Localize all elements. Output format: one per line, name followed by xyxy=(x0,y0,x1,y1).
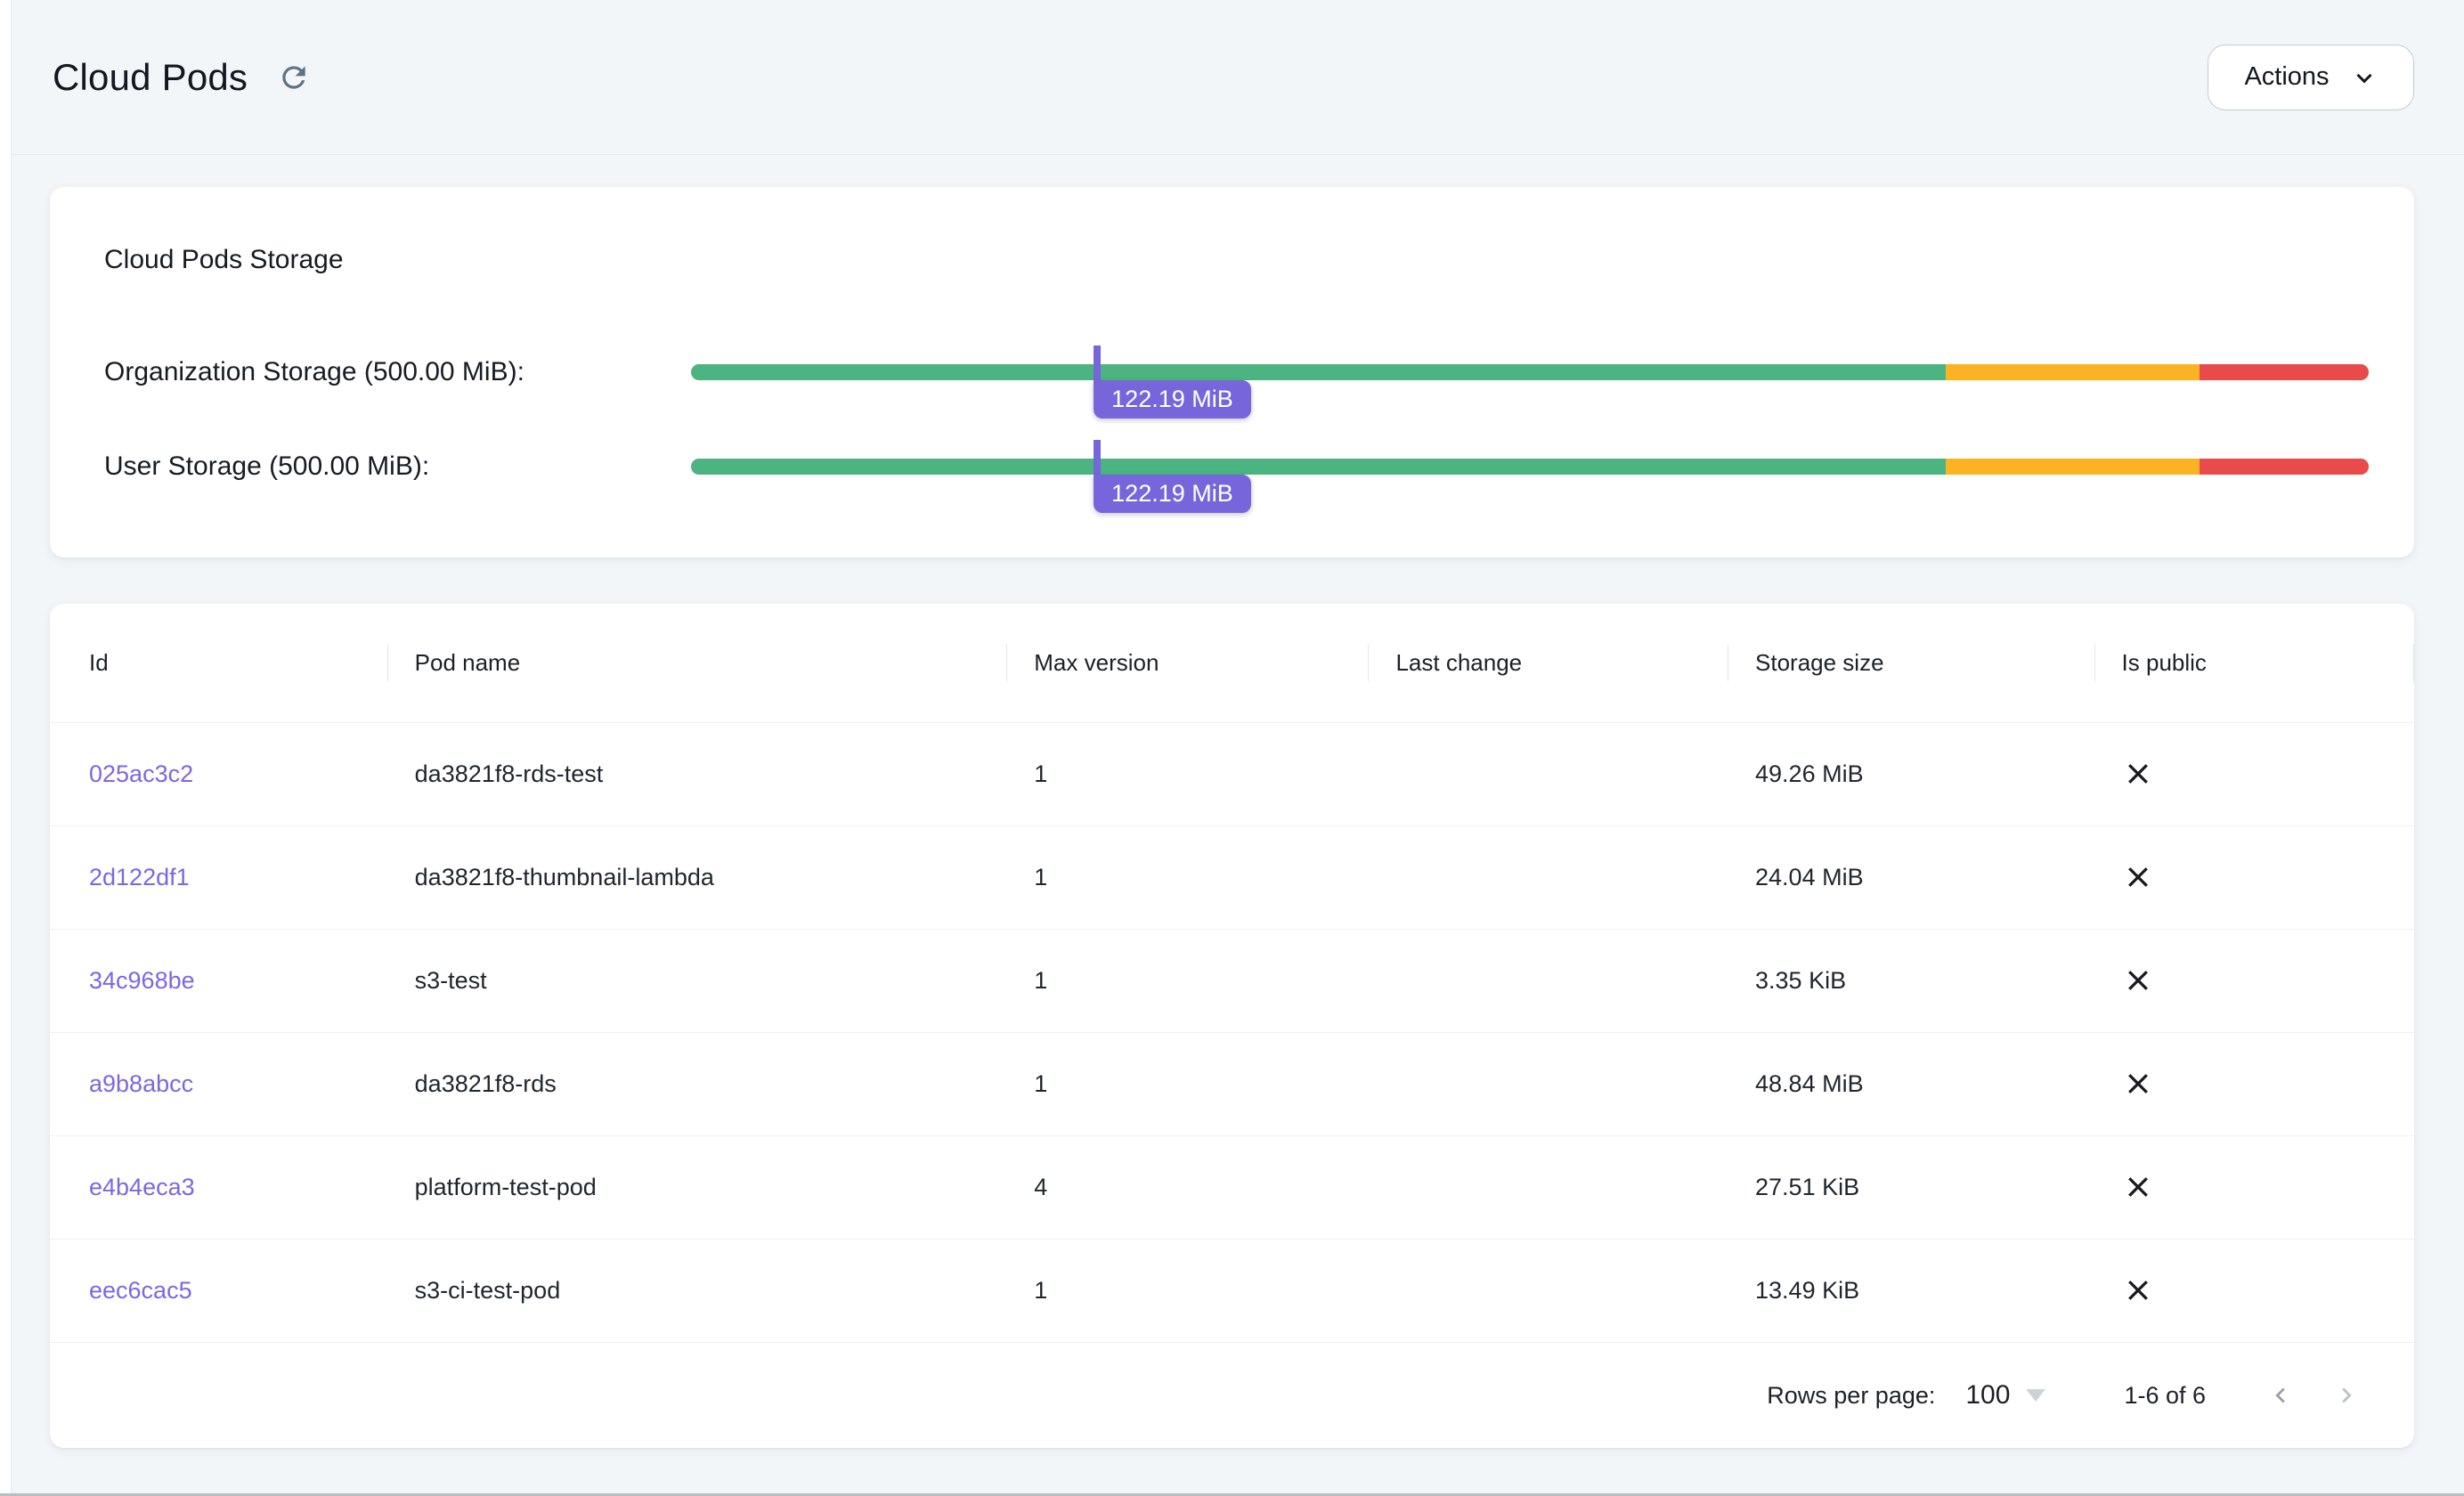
bar-segment-amber xyxy=(1946,459,2199,475)
user-storage-bar-track xyxy=(691,459,2369,475)
table-row: eec6cac5 s3-ci-test-pod 1 13.49 KiB xyxy=(50,1239,2414,1342)
pod-name-cell: platform-test-pod xyxy=(388,1135,1008,1239)
x-mark-icon xyxy=(2122,758,2154,790)
last-change-cell xyxy=(1369,722,1728,825)
next-page-button[interactable] xyxy=(2322,1370,2371,1420)
x-mark-icon xyxy=(2122,1171,2154,1203)
max-version-cell: 4 xyxy=(1007,1135,1369,1239)
chevron-left-icon xyxy=(2265,1380,2296,1411)
last-change-cell xyxy=(1369,1239,1728,1342)
max-version-cell: 1 xyxy=(1007,825,1369,929)
org-storage-bar: 122.19 MiB xyxy=(691,338,2369,406)
usage-marker xyxy=(1094,346,1101,381)
refresh-button[interactable] xyxy=(271,54,317,101)
page-title: Cloud Pods xyxy=(53,56,248,99)
refresh-icon xyxy=(277,61,311,94)
last-change-cell xyxy=(1369,1032,1728,1135)
bar-segment-green xyxy=(691,459,1946,475)
table-header-row: Id Pod name Max version Last change Stor… xyxy=(50,604,2414,722)
storage-size-cell: 49.26 MiB xyxy=(1728,722,2095,825)
pagination-range-label: 1-6 of 6 xyxy=(2124,1382,2206,1410)
max-version-cell: 1 xyxy=(1007,1239,1369,1342)
usage-marker xyxy=(1094,440,1101,476)
pod-id-link[interactable]: eec6cac5 xyxy=(89,1277,192,1304)
collapsed-sidebar-edge xyxy=(0,0,12,1496)
table-row: 34c968be s3-test 1 3.35 KiB xyxy=(50,929,2414,1032)
user-storage-label: User Storage (500.00 MiB): xyxy=(104,433,691,500)
table-row: 2d122df1 da3821f8-thumbnail-lambda 1 24.… xyxy=(50,825,2414,929)
rows-per-page-select[interactable]: 100 xyxy=(1965,1380,2045,1411)
last-change-cell xyxy=(1369,825,1728,929)
max-version-cell: 1 xyxy=(1007,929,1369,1032)
storage-size-cell: 24.04 MiB xyxy=(1728,825,2095,929)
max-version-cell: 1 xyxy=(1007,722,1369,825)
x-mark-icon xyxy=(2122,1068,2154,1100)
table-row: e4b4eca3 platform-test-pod 4 27.51 KiB xyxy=(50,1135,2414,1239)
x-mark-icon xyxy=(2122,964,2154,996)
column-header-max-version[interactable]: Max version xyxy=(1007,604,1369,722)
x-mark-icon xyxy=(2122,861,2154,893)
org-storage-bar-track xyxy=(691,364,2369,380)
max-version-cell: 1 xyxy=(1007,1032,1369,1135)
cloud-pods-table: Id Pod name Max version Last change Stor… xyxy=(50,604,2414,1342)
chevron-down-icon xyxy=(2351,64,2378,91)
column-header-storage-size[interactable]: Storage size xyxy=(1728,604,2095,722)
cloud-pods-table-card: Id Pod name Max version Last change Stor… xyxy=(50,604,2414,1448)
bar-segment-green xyxy=(691,364,1946,380)
triangle-down-icon xyxy=(2026,1389,2045,1402)
pod-name-cell: s3-test xyxy=(388,929,1008,1032)
bar-segment-amber xyxy=(1946,364,2199,380)
actions-button[interactable]: Actions xyxy=(2208,45,2414,110)
cloud-pods-storage-card: Cloud Pods Storage Organization Storage … xyxy=(50,187,2414,557)
last-change-cell xyxy=(1369,1135,1728,1239)
storage-size-cell: 3.35 KiB xyxy=(1728,929,2095,1032)
bar-segment-red xyxy=(2200,459,2369,475)
pod-name-cell: da3821f8-rds-test xyxy=(388,722,1008,825)
table-row: a9b8abcc da3821f8-rds 1 48.84 MiB xyxy=(50,1032,2414,1135)
usage-badge: 122.19 MiB xyxy=(1094,380,1251,419)
pod-name-cell: da3821f8-thumbnail-lambda xyxy=(388,825,1008,929)
storage-card-title: Cloud Pods Storage xyxy=(104,244,2369,276)
column-header-is-public[interactable]: Is public xyxy=(2095,604,2414,722)
storage-size-cell: 27.51 KiB xyxy=(1728,1135,2095,1239)
main-content: Cloud Pods Storage Organization Storage … xyxy=(0,187,2464,1448)
rows-per-page-label: Rows per page: xyxy=(1767,1382,1935,1410)
rows-per-page-value: 100 xyxy=(1965,1380,2010,1411)
page-header: Cloud Pods Actions xyxy=(0,0,2464,155)
column-header-pod-name[interactable]: Pod name xyxy=(388,604,1008,722)
last-change-cell xyxy=(1369,929,1728,1032)
user-storage-bar: 122.19 MiB xyxy=(691,433,2369,500)
pod-id-link[interactable]: 025ac3c2 xyxy=(89,760,193,787)
pod-name-cell: da3821f8-rds xyxy=(388,1032,1008,1135)
org-storage-label: Organization Storage (500.00 MiB): xyxy=(104,338,691,406)
column-header-last-change[interactable]: Last change xyxy=(1369,604,1728,722)
bar-segment-red xyxy=(2200,364,2369,380)
storage-size-cell: 13.49 KiB xyxy=(1728,1239,2095,1342)
pod-id-link[interactable]: 34c968be xyxy=(89,967,195,994)
chevron-right-icon xyxy=(2331,1380,2362,1411)
user-storage-row: User Storage (500.00 MiB): 122.19 MiB xyxy=(104,433,2369,500)
pod-name-cell: s3-ci-test-pod xyxy=(388,1239,1008,1342)
actions-button-label: Actions xyxy=(2244,62,2329,92)
storage-size-cell: 48.84 MiB xyxy=(1728,1032,2095,1135)
pod-id-link[interactable]: 2d122df1 xyxy=(89,864,190,890)
usage-badge: 122.19 MiB xyxy=(1094,475,1251,513)
org-storage-row: Organization Storage (500.00 MiB): 122.1… xyxy=(104,338,2369,406)
table-pagination: Rows per page: 100 1-6 of 6 xyxy=(50,1342,2414,1448)
pod-id-link[interactable]: e4b4eca3 xyxy=(89,1174,195,1200)
table-row: 025ac3c2 da3821f8-rds-test 1 49.26 MiB xyxy=(50,722,2414,825)
pod-id-link[interactable]: a9b8abcc xyxy=(89,1070,193,1097)
column-header-id[interactable]: Id xyxy=(50,604,388,722)
previous-page-button[interactable] xyxy=(2256,1370,2305,1420)
x-mark-icon xyxy=(2122,1274,2154,1306)
